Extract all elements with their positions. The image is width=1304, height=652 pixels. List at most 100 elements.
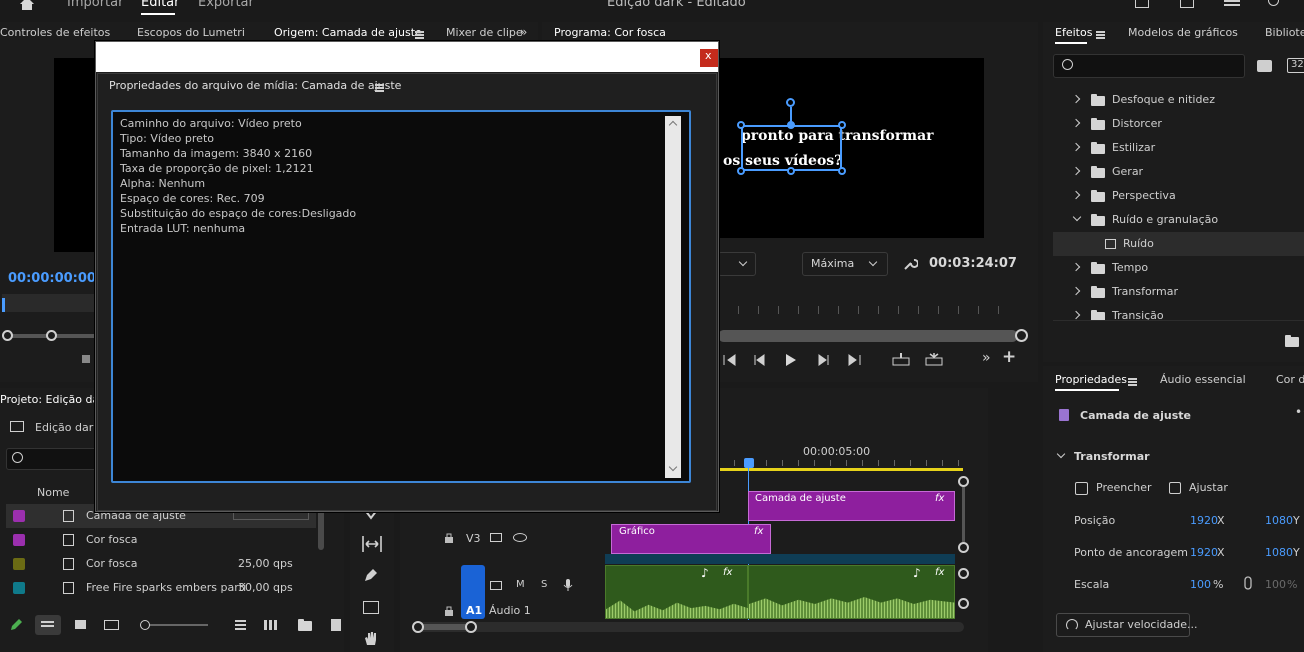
tab-effects[interactable]: Efeitos [1055, 26, 1092, 39]
label-color-swatch[interactable] [13, 534, 25, 546]
track-height-handle-1[interactable] [958, 476, 969, 487]
scroll-down-icon[interactable] [668, 462, 678, 472]
new-bin-icon[interactable] [298, 619, 312, 631]
wrench-icon[interactable] [902, 256, 918, 272]
effect-folder[interactable]: Desfoque e nitidez [1053, 88, 1304, 112]
tab-source-menu-icon[interactable] [415, 31, 424, 33]
chevron-right-icon[interactable] [1071, 286, 1081, 296]
properties-text-area[interactable]: Caminho do arquivo: Vídeo preto Tipo: Víd… [111, 110, 691, 483]
go-to-out-icon[interactable] [847, 354, 861, 366]
list-view-button[interactable] [35, 615, 61, 635]
dialog-close-button[interactable]: x [700, 49, 718, 67]
sort-icon[interactable] [235, 620, 246, 622]
clip-graphic[interactable]: Gráfico fx [611, 524, 771, 554]
audio-clip-2[interactable]: ♪ fx [748, 565, 955, 619]
new-bin-icon[interactable] [1257, 60, 1272, 72]
effect-folder[interactable]: Gerar [1053, 160, 1304, 184]
timeline-zoom-handle-left[interactable] [412, 621, 424, 633]
mute-button[interactable]: M [516, 579, 525, 590]
tab-effect-controls[interactable]: Controles de efeitos [0, 26, 110, 39]
fill-icon[interactable] [1075, 482, 1088, 495]
effect-folder[interactable]: Perspectiva [1053, 184, 1304, 208]
caption-selection-box[interactable] [741, 125, 842, 171]
rectangle-tool-icon[interactable] [363, 601, 379, 614]
hand-tool-icon[interactable] [363, 630, 379, 646]
automate-icon[interactable] [264, 620, 279, 630]
project-item[interactable]: Cor fosca [6, 528, 316, 552]
tab-libraries[interactable]: Bibliote [1265, 26, 1304, 39]
scroll-up-icon[interactable] [668, 120, 678, 130]
share-icon[interactable] [1180, 0, 1194, 8]
lock-icon[interactable] [444, 605, 454, 617]
more-tabs-icon[interactable]: » [520, 25, 527, 39]
audio-clip-1-fx[interactable]: fx [723, 567, 732, 578]
home-icon[interactable] [18, 0, 36, 10]
pencil-icon[interactable] [9, 618, 23, 632]
effect-folder[interactable]: Transformar [1053, 280, 1304, 304]
fit-icon[interactable] [1169, 482, 1181, 494]
fit-label[interactable]: Ajustar [1189, 481, 1228, 494]
solo-button[interactable]: S [541, 579, 547, 590]
hamburger-icon[interactable] [1224, 0, 1240, 2]
resize-handle-br[interactable] [838, 167, 846, 175]
step-forward-icon[interactable] [816, 354, 830, 366]
work-area-bar[interactable] [718, 468, 963, 471]
chevron-right-icon[interactable] [1071, 118, 1081, 128]
tab-color[interactable]: Cor de [1276, 373, 1304, 386]
workspaces-icon[interactable] [1135, 0, 1149, 8]
tab-graphics-templates[interactable]: Modelos de gráficos [1128, 26, 1238, 39]
chevron-down-icon[interactable] [1072, 212, 1082, 222]
track-height-handle-2[interactable] [958, 542, 969, 553]
sync-lock-icon[interactable] [490, 581, 502, 590]
track-height-handle-3[interactable] [958, 568, 969, 579]
label-color-swatch[interactable] [13, 582, 25, 594]
icon-view-icon[interactable] [75, 620, 86, 629]
track-height-handle-4[interactable] [958, 598, 969, 609]
slip-tool-icon[interactable] [361, 535, 383, 553]
new-item-icon[interactable] [331, 619, 341, 631]
source-marker-icon[interactable] [82, 355, 90, 363]
clip-more-icon[interactable]: •• [1295, 405, 1304, 419]
fit-dropdown[interactable] [718, 252, 756, 276]
tab-essential-audio[interactable]: Áudio essencial [1160, 373, 1246, 386]
audio-clip-2-fx[interactable]: fx [935, 567, 944, 578]
resize-handle-tl[interactable] [737, 121, 745, 129]
search-icon[interactable] [1268, 0, 1279, 6]
tab-properties-menu-icon[interactable] [1128, 378, 1137, 380]
section-transform[interactable]: Transformar [1074, 450, 1150, 463]
tab-project[interactable]: Projeto: Edição dark [0, 393, 110, 406]
scale-value[interactable]: 100 [1190, 578, 1211, 591]
program-zoom-bar[interactable] [718, 330, 1018, 342]
chevron-right-icon[interactable] [1071, 310, 1081, 320]
fill-label[interactable]: Preencher [1096, 481, 1152, 494]
tab-lumetri-scopes[interactable]: Escopos do Lumetri [137, 26, 245, 39]
program-ruler[interactable] [718, 306, 1018, 314]
resize-handle-tr[interactable] [838, 121, 846, 129]
tab-source[interactable]: Origem: Camada de ajuste [274, 26, 422, 39]
text-scrollbar[interactable] [665, 116, 681, 478]
eye-icon[interactable] [513, 533, 527, 542]
chevron-right-icon[interactable] [1071, 262, 1081, 272]
chevron-right-icon[interactable] [1071, 166, 1081, 176]
anchor-y-value[interactable]: 1080 [1265, 546, 1293, 559]
clip-graphic-fx[interactable]: fx [754, 526, 763, 537]
effect-folder[interactable]: Transição [1053, 304, 1304, 320]
menu-exportar[interactable]: Exportar [198, 0, 254, 10]
position-x-value[interactable]: 1920 [1190, 514, 1218, 527]
rotate-handle[interactable] [786, 98, 795, 107]
caption-track-strip[interactable] [605, 554, 955, 564]
play-icon[interactable] [785, 353, 797, 367]
resize-handle-bl[interactable] [737, 167, 745, 175]
anchor-x-value[interactable]: 1920 [1190, 546, 1218, 559]
timeline-vscroll[interactable] [962, 487, 965, 542]
label-color-swatch[interactable] [13, 510, 25, 522]
zoom-slider-handle[interactable] [140, 620, 150, 630]
effect-folder[interactable]: Ruído e granulação [1053, 208, 1304, 232]
chevron-down-icon[interactable] [1056, 449, 1066, 459]
badge-32[interactable]: 32 [1287, 58, 1304, 73]
lock-icon[interactable] [444, 532, 454, 544]
audio-clip-1[interactable]: ♪ fx [605, 565, 748, 619]
dialog-titlebar[interactable] [96, 42, 718, 72]
position-y-value[interactable]: 1080 [1265, 514, 1293, 527]
folder-icon[interactable] [1285, 335, 1299, 347]
